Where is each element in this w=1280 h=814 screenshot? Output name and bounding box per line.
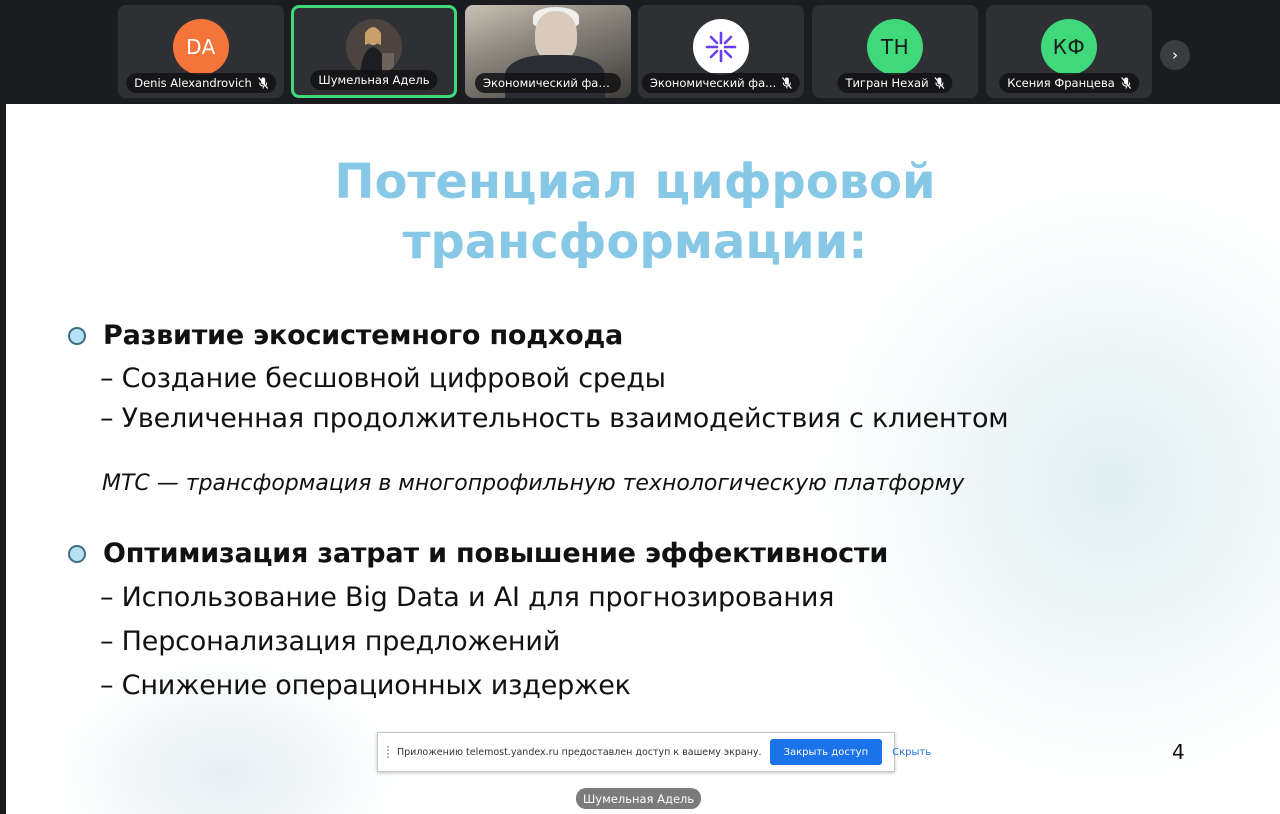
participant-name: Ксения Францева: [1007, 76, 1115, 90]
telemost-window: DA Denis Alexandrovich Шумельная Адель Э…: [0, 0, 1280, 814]
name-label: Ксения Францева: [999, 73, 1139, 93]
participant-name: Denis Alexandrovich: [134, 76, 252, 90]
presenter-name: Шумельная Адель: [583, 791, 695, 806]
avatar: КФ: [1041, 19, 1097, 75]
shared-screen-slide: Потенциал цифровой трансформации: Развит…: [6, 104, 1280, 814]
name-label: Экономический факу...: [475, 73, 621, 93]
participant-tile-video[interactable]: Экономический факу...: [465, 5, 631, 98]
avatar: [693, 19, 749, 75]
share-message: Приложению telemost.yandex.ru предоставл…: [397, 746, 762, 758]
slide-title-line-2: трансформации:: [402, 214, 868, 270]
participant-tile[interactable]: КФ Ксения Францева: [986, 5, 1152, 98]
slide-title-line-1: Потенциал цифровой: [334, 154, 936, 210]
slide-page-number: 4: [1172, 740, 1185, 764]
person-photo-icon: [346, 19, 402, 75]
bullet-heading: Развитие экосистемного подхода: [68, 320, 623, 351]
name-label: Denis Alexandrovich: [126, 73, 276, 93]
participant-name: Тигран Нехай: [845, 76, 929, 90]
mic-off-icon: [1120, 77, 1131, 89]
name-label: Тигран Нехай: [837, 73, 953, 93]
participant-name: Экономический факу...: [483, 76, 613, 90]
participant-name: Экономический фа...: [649, 76, 777, 90]
avatar: DA: [173, 19, 229, 75]
bullet-dot-icon: [68, 544, 86, 563]
participant-tile[interactable]: ТН Тигран Нехай: [812, 5, 978, 98]
participant-strip: DA Denis Alexandrovich Шумельная Адель Э…: [0, 0, 1280, 104]
snowflake-logo-icon: [705, 31, 737, 63]
participant-tile[interactable]: Экономический фа...: [638, 5, 804, 98]
participant-tile[interactable]: DA Denis Alexandrovich: [118, 5, 284, 98]
bullet-heading: Оптимизация затрат и повышение эффективн…: [68, 538, 888, 569]
participant-name: Шумельная Адель: [318, 73, 430, 87]
bullet-sub-item: – Увеличенная продолжительность взаимоде…: [100, 403, 1009, 434]
bullet-sub-item: – Создание бесшовной цифровой среды: [100, 363, 666, 394]
mic-off-icon: [782, 77, 793, 89]
bullet-sub-item: – Использование Big Data и AI для прогно…: [100, 582, 835, 613]
name-label: Шумельная Адель: [310, 70, 438, 90]
mic-off-icon: [934, 77, 945, 89]
screen-share-banner: Приложению telemost.yandex.ru предоставл…: [377, 732, 931, 772]
bullet-sub-item: – Снижение операционных издержек: [100, 670, 631, 701]
avatar-photo: [346, 19, 402, 75]
bullet-dot-icon: [68, 326, 86, 345]
bullet-sub-item: – Персонализация предложений: [100, 626, 561, 657]
participant-tile-active[interactable]: Шумельная Адель: [291, 5, 457, 98]
hide-banner-link[interactable]: Скрыть: [892, 747, 931, 758]
drag-handle-icon[interactable]: [387, 746, 389, 758]
slide-title: Потенциал цифровой трансформации:: [6, 152, 1264, 272]
presenter-label: Шумельная Адель: [576, 788, 702, 809]
stop-sharing-button[interactable]: Закрыть доступ: [769, 739, 883, 765]
slide-note: МТС — трансформация в многопрофильную те…: [102, 471, 965, 496]
avatar: ТН: [867, 19, 923, 75]
chevron-right-icon: ›: [1172, 46, 1178, 64]
mic-off-icon: [257, 77, 268, 89]
next-participants-button[interactable]: ›: [1160, 40, 1190, 70]
name-label: Экономический фа...: [641, 73, 801, 93]
